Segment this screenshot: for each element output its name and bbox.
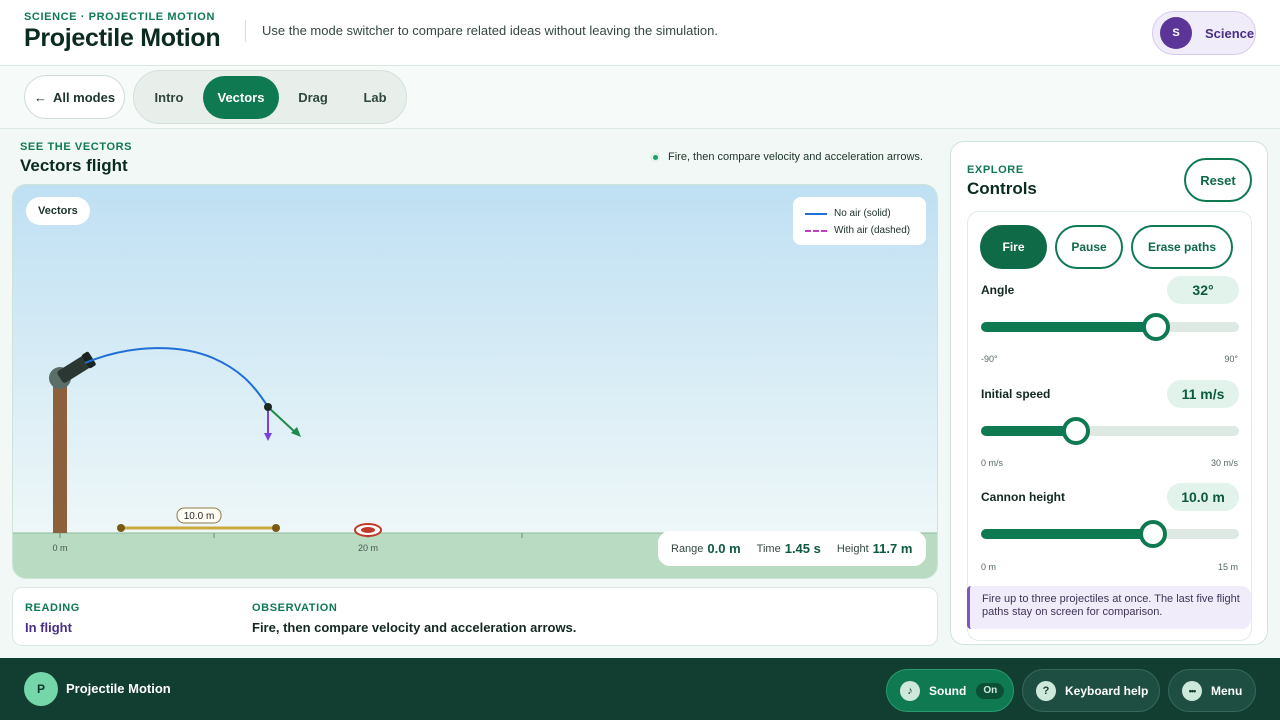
subject-button[interactable]: S Science — [1152, 11, 1256, 55]
controls-card: Fire Pause Erase paths Angle 32° -90° 90… — [967, 211, 1252, 641]
header-divider — [245, 20, 246, 42]
speed-slider-track[interactable] — [981, 426, 1239, 436]
height-slider-value: 10.0 m — [1167, 483, 1239, 511]
all-modes-button[interactable]: ← All modes — [24, 75, 125, 119]
header-description: Use the mode switcher to compare related… — [262, 23, 718, 38]
range-label: Range — [671, 542, 704, 555]
more-dots-icon: ••• — [1182, 680, 1202, 701]
breadcrumb: SCIENCE · PROJECTILE MOTION — [24, 11, 215, 23]
sound-toggle-button[interactable]: ♪ Sound On — [886, 669, 1014, 712]
target-center — [361, 527, 375, 533]
legend-dashed-label: With air (dashed) — [834, 225, 911, 236]
tab-vectors[interactable]: Vectors — [203, 76, 279, 119]
reset-button[interactable]: Reset — [1184, 158, 1252, 202]
angle-min: -90° — [981, 354, 998, 364]
ruler-handle-start[interactable] — [117, 524, 125, 532]
speed-value: 11 m/s — [1167, 380, 1239, 408]
height-slider-thumb[interactable] — [1139, 520, 1167, 548]
music-note-icon: ♪ — [900, 680, 920, 701]
height-label: Height — [836, 542, 869, 555]
angle-slider-track[interactable] — [981, 322, 1239, 332]
sim-kicker: SEE THE VECTORS — [20, 141, 133, 153]
menu-label: Menu — [1211, 683, 1243, 698]
mode-tag: Vectors — [26, 197, 90, 225]
dashed-line-icon — [805, 229, 827, 232]
reading-value: In flight — [25, 620, 72, 635]
height-min: 0 m — [981, 562, 997, 572]
range-value: 0.0 m — [707, 541, 741, 556]
reading-kicker: READING — [25, 602, 80, 614]
height-max: 15 m — [1217, 562, 1238, 572]
sound-label: Sound — [929, 683, 967, 698]
sim-hint: Fire, then compare velocity and accelera… — [650, 151, 923, 163]
angle-max: 90° — [1224, 354, 1238, 364]
tab-drag[interactable]: Drag — [289, 76, 337, 119]
solid-line-icon — [805, 212, 827, 215]
angle-label: Angle — [981, 283, 1015, 297]
speed-max: 30 m/s — [1210, 458, 1238, 468]
simulation-canvas[interactable]: 0 m 20 m 10.0 m Vectors No air (solid) W… — [12, 184, 938, 579]
height-slider-fill — [981, 529, 1153, 539]
speed-slider-thumb[interactable] — [1061, 417, 1090, 445]
all-modes-label: All modes — [52, 89, 116, 105]
ruler-handle-end[interactable] — [272, 524, 280, 532]
angle-value: 32° — [1167, 276, 1239, 304]
speed-label: Initial speed — [981, 387, 1051, 401]
legend-row-dashed: With air (dashed) — [805, 222, 914, 239]
mode-bar: ← All modes Intro Vectors Drag Lab — [0, 66, 1280, 129]
subject-label: Science — [1205, 25, 1255, 41]
status-dot-icon — [650, 152, 660, 162]
controls-title: Controls — [967, 179, 1037, 198]
fire-button[interactable]: Fire — [980, 225, 1047, 269]
menu-button[interactable]: ••• Menu — [1168, 669, 1256, 712]
sim-hint-text: Fire, then compare velocity and accelera… — [668, 151, 923, 163]
legend-solid-label: No air (solid) — [834, 208, 891, 219]
arrow-left-icon: ← — [33, 89, 47, 105]
angle-slider-thumb[interactable] — [1141, 313, 1170, 341]
observation-kicker: OBSERVATION — [252, 602, 338, 614]
status-panel: READING In flight OBSERVATION Fire, then… — [12, 587, 938, 646]
keyboard-help-label: Keyboard help — [1065, 683, 1149, 698]
cannon-tower — [53, 380, 67, 533]
legend-row-solid: No air (solid) — [805, 205, 914, 222]
info-note: Fire up to three projectiles at once. Th… — [967, 586, 1251, 629]
subject-avatar: S — [1160, 17, 1192, 49]
height-slider-track[interactable] — [981, 529, 1239, 539]
observation-value: Fire, then compare velocity and accelera… — [252, 620, 577, 635]
app-avatar: P — [24, 672, 58, 706]
time-label: Time — [756, 542, 781, 555]
height-value: 11.7 m — [872, 541, 913, 556]
speed-min: 0 m/s — [981, 458, 1004, 468]
angle-slider-fill — [981, 322, 1156, 332]
trajectory-legend: No air (solid) With air (dashed) — [793, 197, 926, 245]
time-value: 1.45 s — [784, 541, 821, 556]
question-icon: ? — [1036, 680, 1056, 701]
app-name: Projectile Motion — [66, 681, 171, 696]
ruler-label: 10.0 m — [184, 511, 215, 522]
mode-switcher: Intro Vectors Drag Lab — [133, 70, 407, 124]
app-header: SCIENCE · PROJECTILE MOTION Projectile M… — [0, 0, 1280, 66]
bottom-bar: P Projectile Motion ♪ Sound On ? Keyboar… — [0, 658, 1280, 720]
page-title: Projectile Motion — [24, 24, 221, 52]
axis-label-20: 20 m — [358, 543, 378, 553]
erase-paths-button[interactable]: Erase paths — [1131, 225, 1233, 269]
projectile — [264, 403, 272, 411]
sim-title: Vectors flight — [20, 156, 128, 175]
sound-state-badge: On — [976, 682, 1005, 699]
tab-intro[interactable]: Intro — [144, 76, 194, 119]
controls-kicker: EXPLORE — [967, 164, 1024, 176]
flight-readout: Range 0.0 m Time 1.45 s Height 11.7 m — [658, 531, 926, 566]
axis-label-0: 0 m — [52, 543, 67, 553]
height-slider-label: Cannon height — [981, 490, 1065, 504]
controls-panel: EXPLORE Controls Reset Fire Pause Erase … — [950, 141, 1268, 645]
pause-button[interactable]: Pause — [1055, 225, 1123, 269]
tab-lab[interactable]: Lab — [349, 76, 401, 119]
keyboard-help-button[interactable]: ? Keyboard help — [1022, 669, 1160, 712]
